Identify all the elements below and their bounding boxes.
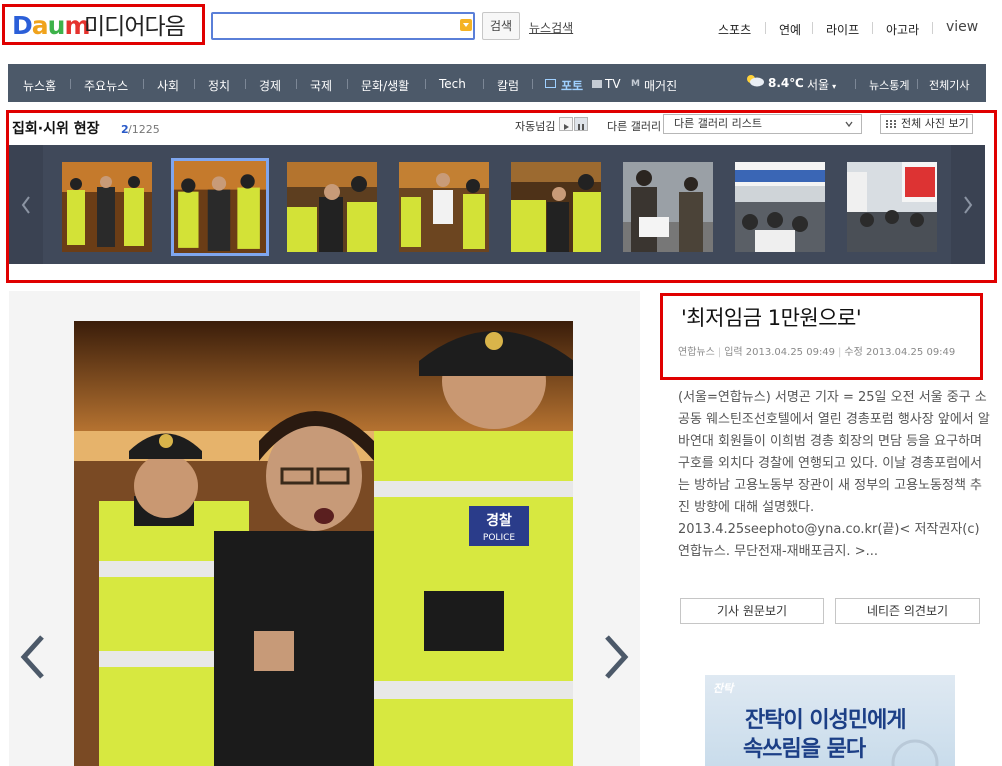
weather-temperature: 8.4℃ [768, 76, 804, 90]
top-link-divider [765, 22, 766, 34]
weather-city-select[interactable]: 서울 ▾ [807, 76, 836, 93]
nav-tv[interactable]: TV [605, 77, 621, 91]
strip-prev-button[interactable] [9, 145, 43, 264]
play-button[interactable] [559, 117, 573, 131]
police-vest-label: 경찰 [486, 512, 512, 529]
gallery-thumbnail[interactable] [847, 162, 937, 252]
top-link-entertainment[interactable]: 연예 [779, 21, 801, 38]
gallery-thumbnail[interactable] [735, 162, 825, 252]
chevron-right-icon [964, 196, 973, 214]
nav-news-stats[interactable]: 뉴스통계 [869, 77, 909, 93]
gallery-thumbnail[interactable] [287, 162, 377, 252]
nav-divider [70, 79, 71, 89]
nav-economy[interactable]: 경제 [259, 77, 281, 94]
top-link-agora[interactable]: 아고라 [886, 21, 919, 38]
nav-top-news[interactable]: 주요뉴스 [84, 77, 128, 94]
magazine-icon: M [631, 79, 640, 89]
search-input[interactable] [211, 12, 475, 40]
other-gallery-label: 다른 갤러리 [607, 120, 662, 133]
nav-divider [917, 79, 918, 89]
article-title: '최저임금 1만원으로' [681, 306, 862, 330]
top-link-sports[interactable]: 스포츠 [718, 21, 751, 38]
nav-photo[interactable]: 포토 [561, 77, 583, 94]
search-dropdown-icon[interactable] [460, 19, 472, 31]
gallery-thumbnail-active[interactable] [171, 158, 269, 256]
thumbnail-strip [9, 145, 985, 264]
nav-culture[interactable]: 문화/생활 [361, 77, 409, 94]
weather-cloud-icon [747, 75, 764, 87]
gallery-thumbnail[interactable] [62, 162, 152, 252]
article-source: 연합뉴스 [678, 347, 715, 358]
nav-magazine[interactable]: 매거진 [644, 77, 677, 94]
main-photo[interactable]: 경찰 POLICE [74, 321, 573, 766]
top-link-view[interactable]: view [946, 19, 978, 35]
top-link-divider [932, 22, 933, 34]
nav-international[interactable]: 국제 [310, 77, 332, 94]
top-link-divider [812, 22, 813, 34]
gallery-title: 집회·시위 현장 [12, 121, 100, 137]
nav-column[interactable]: 칼럼 [497, 77, 519, 94]
modified-time: 2013.04.25 09:49 [866, 347, 956, 358]
input-time: 2013.04.25 09:49 [745, 347, 836, 358]
weather-city: 서울 [807, 78, 830, 92]
nav-politics[interactable]: 정치 [208, 77, 230, 94]
ad-headline-2: 속쓰림을 묻다 [743, 737, 866, 762]
gallery-thumbnail[interactable] [623, 162, 713, 252]
gallery-thumbnail[interactable] [511, 162, 601, 252]
ad-brand: 잔탁 [713, 682, 734, 695]
view-comments-button[interactable]: 네티즌 의견보기 [835, 598, 980, 624]
nav-divider [245, 79, 246, 89]
nav-divider [483, 79, 484, 89]
nav-divider [425, 79, 426, 89]
modified-label: 수정 [844, 347, 863, 358]
pause-icon [578, 124, 584, 130]
tv-icon [592, 80, 602, 88]
chevron-left-icon [21, 196, 30, 214]
nav-divider [194, 79, 195, 89]
nav-divider [532, 79, 533, 89]
search-button[interactable]: 검색 [482, 12, 520, 40]
top-link-life[interactable]: 라이프 [826, 21, 859, 38]
pause-button[interactable] [574, 117, 588, 131]
gallery-total-count: /1225 [128, 123, 160, 136]
nav-divider [347, 79, 348, 89]
top-link-divider [872, 22, 873, 34]
nav-divider [296, 79, 297, 89]
photo-next-button[interactable] [601, 633, 631, 681]
strip-next-button[interactable] [951, 145, 985, 264]
chevron-left-icon [20, 635, 44, 679]
photo-icon [545, 79, 556, 88]
media-daum-logo-text[interactable]: 미디어다음 [84, 13, 186, 41]
view-original-article-button[interactable]: 기사 원문보기 [680, 598, 824, 624]
ad-headline-1: 잔탁이 이성민에게 [745, 708, 907, 733]
gallery-select[interactable]: 다른 갤러리 리스트 [663, 114, 862, 134]
autoplay-label: 자동넘김 [515, 120, 556, 133]
chevron-down-icon [845, 121, 853, 128]
nav-news-home[interactable]: 뉴스홈 [23, 77, 56, 94]
daum-logo[interactable]: Daum [12, 12, 91, 40]
chevron-right-icon [605, 635, 629, 679]
photo-prev-button[interactable] [18, 633, 48, 681]
grid-icon [886, 120, 896, 128]
article-meta: 연합뉴스 | 입력 2013.04.25 09:49 | 수정 2013.04.25 0… [678, 347, 956, 358]
police-vest-sublabel: POLICE [483, 533, 515, 543]
news-search-link[interactable]: 뉴스검색 [529, 19, 573, 36]
gallery-thumbnail[interactable] [399, 162, 489, 252]
play-icon [564, 124, 569, 130]
chevron-down-icon: ▾ [832, 82, 837, 91]
nav-all-articles[interactable]: 전체기사 [929, 77, 969, 93]
input-label: 입력 [724, 347, 743, 358]
nav-society[interactable]: 사회 [157, 77, 179, 94]
nav-tech[interactable]: Tech [439, 77, 466, 91]
nav-divider [855, 79, 856, 89]
nav-divider [143, 79, 144, 89]
article-body: (서울=연합뉴스) 서명곤 기자 = 25일 오전 서울 중구 소공동 웨스틴조… [678, 390, 990, 559]
